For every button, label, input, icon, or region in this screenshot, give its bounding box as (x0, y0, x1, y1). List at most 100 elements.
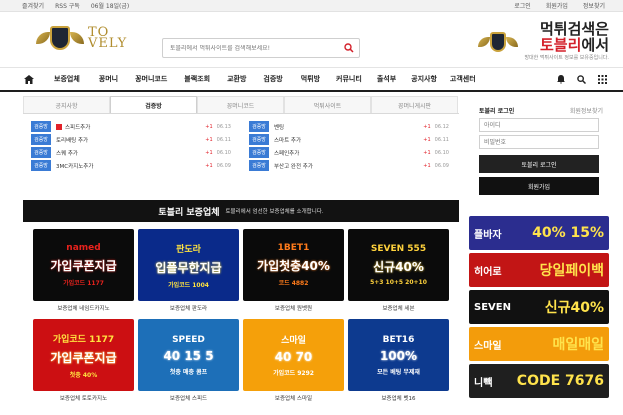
side-banner[interactable]: 플바자 40% 15% (469, 216, 609, 250)
nav-item-verification[interactable]: 검증방 (263, 74, 282, 84)
login-link[interactable]: 로그인 (499, 1, 531, 10)
user-id-input[interactable] (479, 118, 599, 132)
guarantee-card-caption[interactable]: 보증업체 스마일 (243, 391, 344, 405)
login-panel-title: 토블리 로그인 (479, 108, 515, 115)
post-row[interactable]: 검증방 스퀘 추가 +1 06.10 (31, 146, 231, 159)
post-date: 06.10 (434, 149, 449, 156)
tab-verification[interactable]: 검증방 (110, 96, 197, 113)
post-badge: 검증방 (31, 147, 51, 158)
post-row[interactable]: 검증방 3MC카지노추가 +1 06.09 (31, 159, 231, 172)
card-main-text: 가입쿠폰지급 (50, 350, 117, 365)
post-row[interactable]: 검증방 토리배팅 추가 +1 06.11 (31, 133, 231, 146)
post-row[interactable]: 검증방 스페인추가 +1 06.10 (249, 146, 449, 159)
side-banner[interactable]: SEVEN 신규40% (469, 290, 609, 324)
card-main-text: 가입첫충40% (257, 259, 330, 273)
tab-notice[interactable]: 공지사항 (23, 96, 110, 113)
find-account-link[interactable]: 정보찾기 (568, 1, 605, 10)
guarantee-card-banner[interactable]: 스마일 40 70 가입코드 9292 (243, 319, 344, 391)
home-button[interactable] (17, 68, 41, 90)
post-title-wrap: 스피드추가 (56, 123, 205, 131)
post-row[interactable]: 검증방 스피드추가 +1 06.13 (31, 120, 231, 133)
guarantee-card[interactable]: BET16 100% 모든 베팅 무제재 보증업체 벳16 (348, 319, 449, 405)
guarantee-card-banner[interactable]: BET16 100% 모든 베팅 무제재 (348, 319, 449, 391)
banner-promo: CODE 7676 (516, 373, 604, 389)
nav-item-scam-room[interactable]: 먹튀방 (301, 74, 320, 84)
post-up-count: +1 (423, 123, 431, 130)
guarantee-card-banner[interactable]: SPEED 40 15 5 첫충 매충 콤프 (138, 319, 239, 391)
guarantee-card-caption[interactable]: 보증업체 벳16 (348, 391, 449, 405)
site-header: TO VELY 먹튀검색은 토블리에서 방대한 먹튀사이트 정보를 보유중입니다… (0, 12, 623, 68)
banner-name: SEVEN (474, 301, 511, 313)
find-member-info-link[interactable]: 회원정보찾기 (570, 106, 603, 115)
post-title[interactable]: 스마트 추가 (274, 136, 301, 144)
side-banner[interactable]: 히어로 당일페이백 (469, 253, 609, 287)
post-row[interactable]: 검증방 스마트 추가 +1 06.11 (249, 133, 449, 146)
tab-scam-site[interactable]: 먹튀사이트 (284, 96, 371, 113)
guarantee-card-caption[interactable]: 보증업체 네임드카지노 (33, 301, 134, 315)
guarantee-card-banner[interactable]: SEVEN 555 신규40% 5+3 10+5 20+10 (348, 229, 449, 301)
post-title[interactable]: 토리배팅 추가 (56, 136, 88, 144)
guarantee-card-caption[interactable]: 보증업체 스피드 (138, 391, 239, 405)
join-button[interactable]: 회원가입 (479, 177, 599, 195)
side-banner-list: 플바자 40% 15% 히어로 당일페이백 SEVEN 신규40% 스마일 매일매일 니빽 COD… (469, 216, 609, 398)
nav-item-exchange[interactable]: 교환방 (227, 74, 246, 84)
nav-item-free-money[interactable]: 꽁머니 (99, 74, 118, 84)
rss-link[interactable]: RSS 구독 (55, 1, 91, 10)
guarantee-card-caption[interactable]: 보증업체 토토카지노 (33, 391, 134, 405)
password-input[interactable] (479, 135, 599, 149)
guarantee-card-caption[interactable]: 보증업체 판도라 (138, 301, 239, 315)
nav-item-support[interactable]: 고객센터 (450, 74, 476, 84)
guarantee-card-caption[interactable]: 보증업체 세븐 (348, 301, 449, 315)
brand-line-1: 먹튀검색은 (539, 20, 609, 38)
post-up-count: +1 (423, 162, 431, 169)
guarantee-card-caption[interactable]: 보증업체 원벳원 (243, 301, 344, 315)
post-title[interactable]: 3MC카지노추가 (56, 162, 93, 170)
nav-item-notice[interactable]: 공지사항 (411, 74, 437, 84)
nav-item-guarantee[interactable]: 보증업체 (54, 74, 80, 84)
bell-icon[interactable] (557, 74, 565, 84)
search-input[interactable] (163, 44, 339, 52)
main-content: 공지사항 검증방 꽁머니코드 먹튀사이트 꽁머니게시판 검증방 스피드추가 +1… (23, 96, 459, 405)
post-badge: 검증방 (31, 134, 51, 145)
post-up-count: +1 (205, 123, 213, 130)
guarantee-card-banner[interactable]: 1BET1 가입첫충40% 코드 4882 (243, 229, 344, 301)
bookmark-link[interactable]: 즐겨찾기 (22, 1, 55, 10)
nav-item-free-money-code[interactable]: 꽁머니코드 (135, 74, 167, 84)
guarantee-card[interactable]: 스마일 40 70 가입코드 9292 보증업체 스마일 (243, 319, 344, 405)
guarantee-card[interactable]: SEVEN 555 신규40% 5+3 10+5 20+10 보증업체 세븐 (348, 229, 449, 315)
post-title[interactable]: 벤팅 (274, 123, 284, 131)
post-column-left: 검증방 스피드추가 +1 06.13 검증방 토리배팅 추가 +1 06.11 검증… (23, 120, 241, 196)
post-row[interactable]: 검증방 벤팅 +1 06.12 (249, 120, 449, 133)
guarantee-card-banner[interactable]: 판도라 입플무한지급 가입코드 1004 (138, 229, 239, 301)
guarantee-card[interactable]: named 가입쿠폰지급 가입코드 1177 보증업체 네임드카지노 (33, 229, 134, 315)
guarantee-card[interactable]: 판도라 입플무한지급 가입코드 1004 보증업체 판도라 (138, 229, 239, 315)
nav-item-blacklist[interactable]: 블랙조회 (184, 74, 210, 84)
guarantee-card[interactable]: 가입코드 1177 가입쿠폰지급 첫충 40% 보증업체 토토카지노 (33, 319, 134, 405)
guarantee-card-banner[interactable]: named 가입쿠폰지급 가입코드 1177 (33, 229, 134, 301)
register-link[interactable]: 회원가입 (531, 1, 568, 10)
side-banner[interactable]: 스마일 매일매일 (469, 327, 609, 361)
nav-item-community[interactable]: 커뮤니티 (336, 74, 362, 84)
tab-free-money-board[interactable]: 꽁머니게시판 (371, 96, 458, 113)
post-row[interactable]: 검증방 부산고 완전 추가 +1 06.09 (249, 159, 449, 172)
post-title[interactable]: 스퀘 추가 (56, 149, 78, 157)
post-title[interactable]: 스페인추가 (274, 149, 299, 157)
guarantee-card[interactable]: SPEED 40 15 5 첫충 매충 콤프 보증업체 스피드 (138, 319, 239, 405)
post-title-wrap: 스페인추가 (274, 149, 423, 157)
search-nav-icon[interactable] (577, 74, 586, 84)
post-title[interactable]: 스피드추가 (65, 123, 90, 131)
tab-free-money-code[interactable]: 꽁머니코드 (197, 96, 284, 113)
search-button[interactable] (339, 39, 359, 57)
nav-item-attendance[interactable]: 출석부 (377, 74, 396, 84)
login-button[interactable]: 토블리 로그인 (479, 155, 599, 173)
site-logo[interactable]: TO VELY (36, 26, 127, 50)
guarantee-card-banner[interactable]: 가입코드 1177 가입쿠폰지급 첫충 40% (33, 319, 134, 391)
grid-menu-icon[interactable] (598, 74, 607, 84)
card-top-text: 판도라 (176, 244, 201, 255)
post-title-wrap: 벤팅 (274, 123, 423, 131)
side-banner[interactable]: 니빽 CODE 7676 (469, 364, 609, 398)
post-title[interactable]: 부산고 완전 추가 (274, 162, 313, 170)
post-date: 06.13 (216, 123, 231, 130)
guarantee-card[interactable]: 1BET1 가입첫충40% 코드 4882 보증업체 원벳원 (243, 229, 344, 315)
login-panel: 토블리 로그인 회원정보찾기 토블리 로그인 회원가입 (469, 106, 611, 195)
